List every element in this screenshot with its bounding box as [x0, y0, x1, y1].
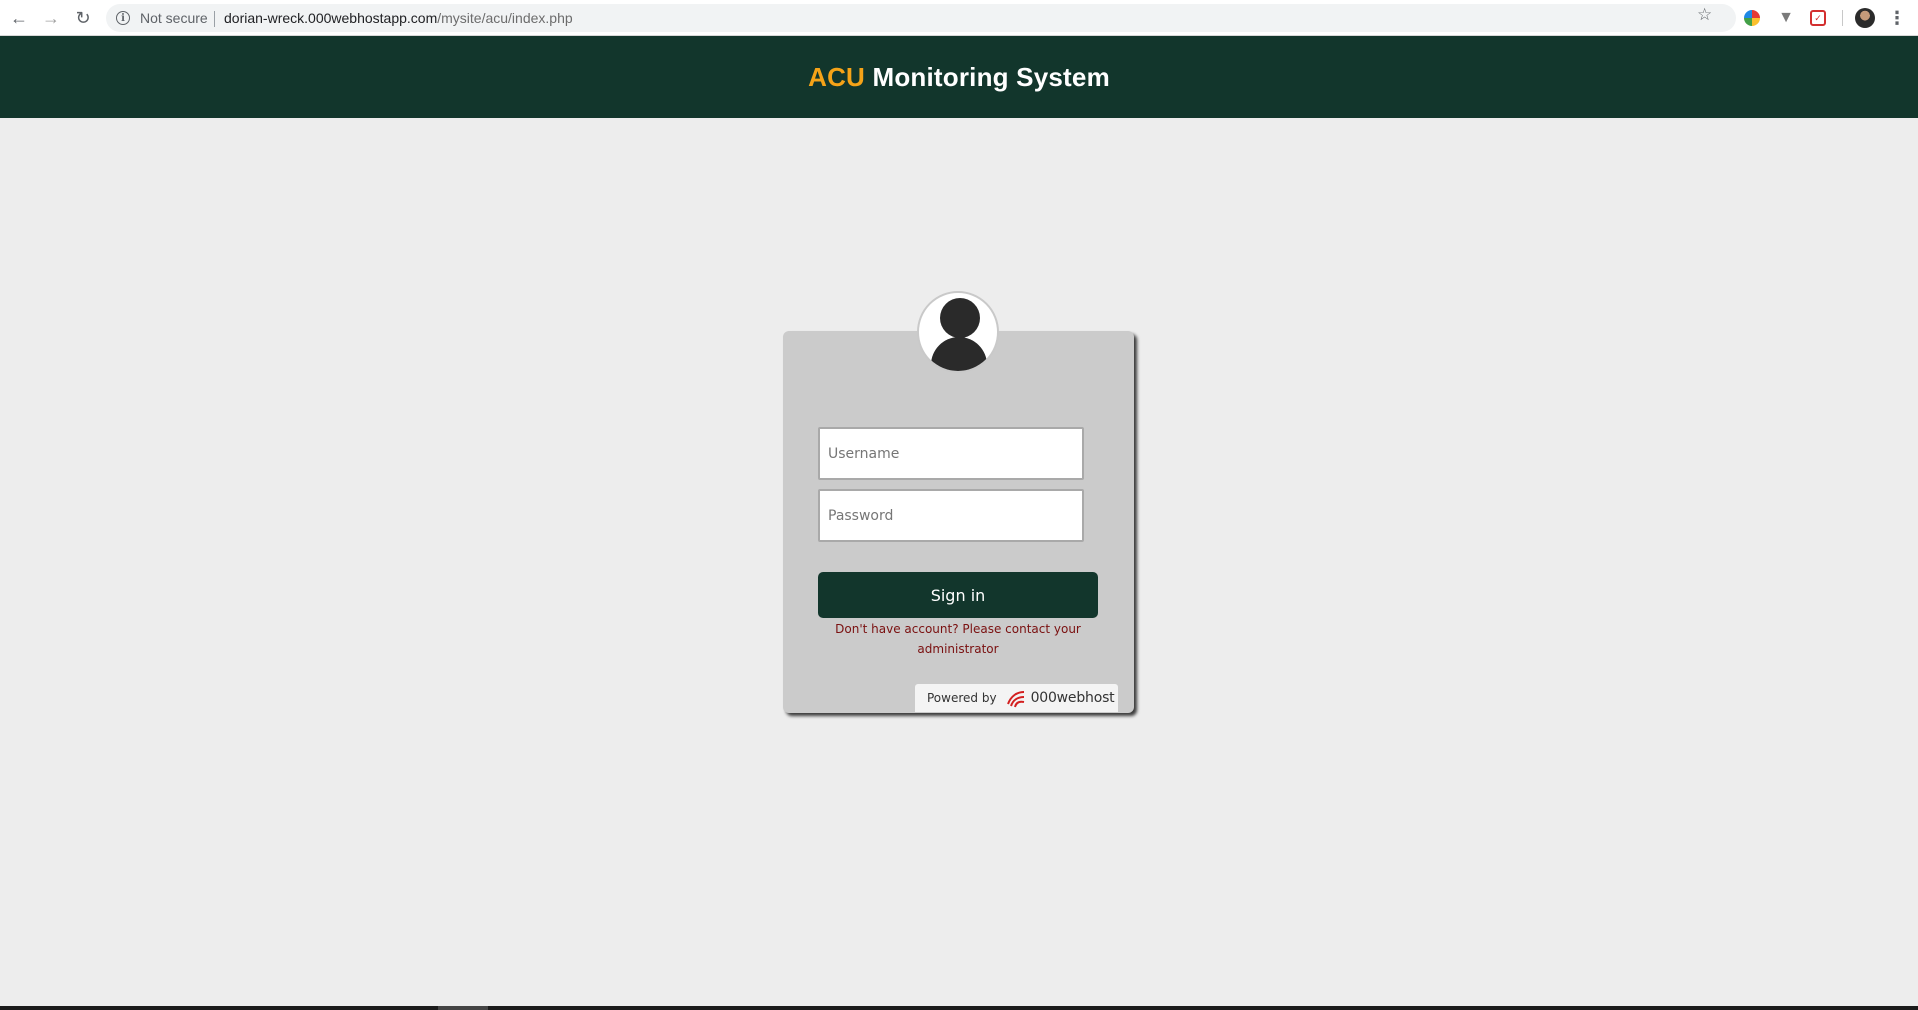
sign-in-button[interactable]: Sign in [818, 572, 1098, 618]
taskbar-segment [438, 1006, 488, 1010]
url-path: /mysite/acu/index.php [437, 10, 573, 26]
powered-by-badge[interactable]: Powered by 000webhost [915, 684, 1118, 712]
extension-color-icon[interactable] [1744, 10, 1760, 26]
taskbar-strip [0, 1006, 1918, 1010]
url-host: dorian-wreck.000webhostapp.com [224, 10, 438, 26]
back-arrow-icon[interactable]: ← [7, 6, 31, 30]
forward-arrow-icon[interactable]: → [39, 6, 63, 30]
user-avatar-icon [917, 291, 999, 373]
avatar-head [940, 298, 980, 338]
webhost-name: 000webhost [1030, 690, 1115, 706]
separator [214, 11, 215, 27]
browser-menu-icon[interactable]: ⋮ [1888, 6, 1906, 30]
reload-icon[interactable]: ↻ [71, 6, 95, 30]
title-text: Monitoring System [865, 61, 1110, 92]
extension-pocket-icon[interactable]: ✓ [1810, 10, 1826, 26]
brand-text: ACU [808, 61, 866, 92]
browser-toolbar: ← → ↻ i Not secure dorian-wreck.000webho… [0, 0, 1918, 36]
address-bar[interactable]: i Not secure dorian-wreck.000webhostapp.… [106, 4, 1736, 32]
site-header: ACU Monitoring System [0, 36, 1918, 118]
username-input[interactable] [818, 427, 1084, 480]
toolbar-divider [1842, 10, 1843, 26]
webhost-logo-icon [1005, 688, 1027, 708]
security-status[interactable]: Not secure [140, 10, 208, 26]
no-account-note: Don't have account? Please contact your … [835, 622, 1081, 656]
extension-vue-icon[interactable]: ▼ [1776, 8, 1796, 28]
password-input[interactable] [818, 489, 1084, 542]
avatar-body [931, 337, 987, 371]
site-title: ACU Monitoring System [808, 62, 1110, 93]
bookmark-star-icon[interactable]: ☆ [1697, 5, 1712, 25]
powered-by-label: Powered by [927, 691, 997, 705]
info-icon[interactable]: i [116, 11, 130, 25]
profile-avatar-icon[interactable] [1855, 8, 1875, 28]
url-text[interactable]: dorian-wreck.000webhostapp.com/mysite/ac… [224, 10, 573, 26]
